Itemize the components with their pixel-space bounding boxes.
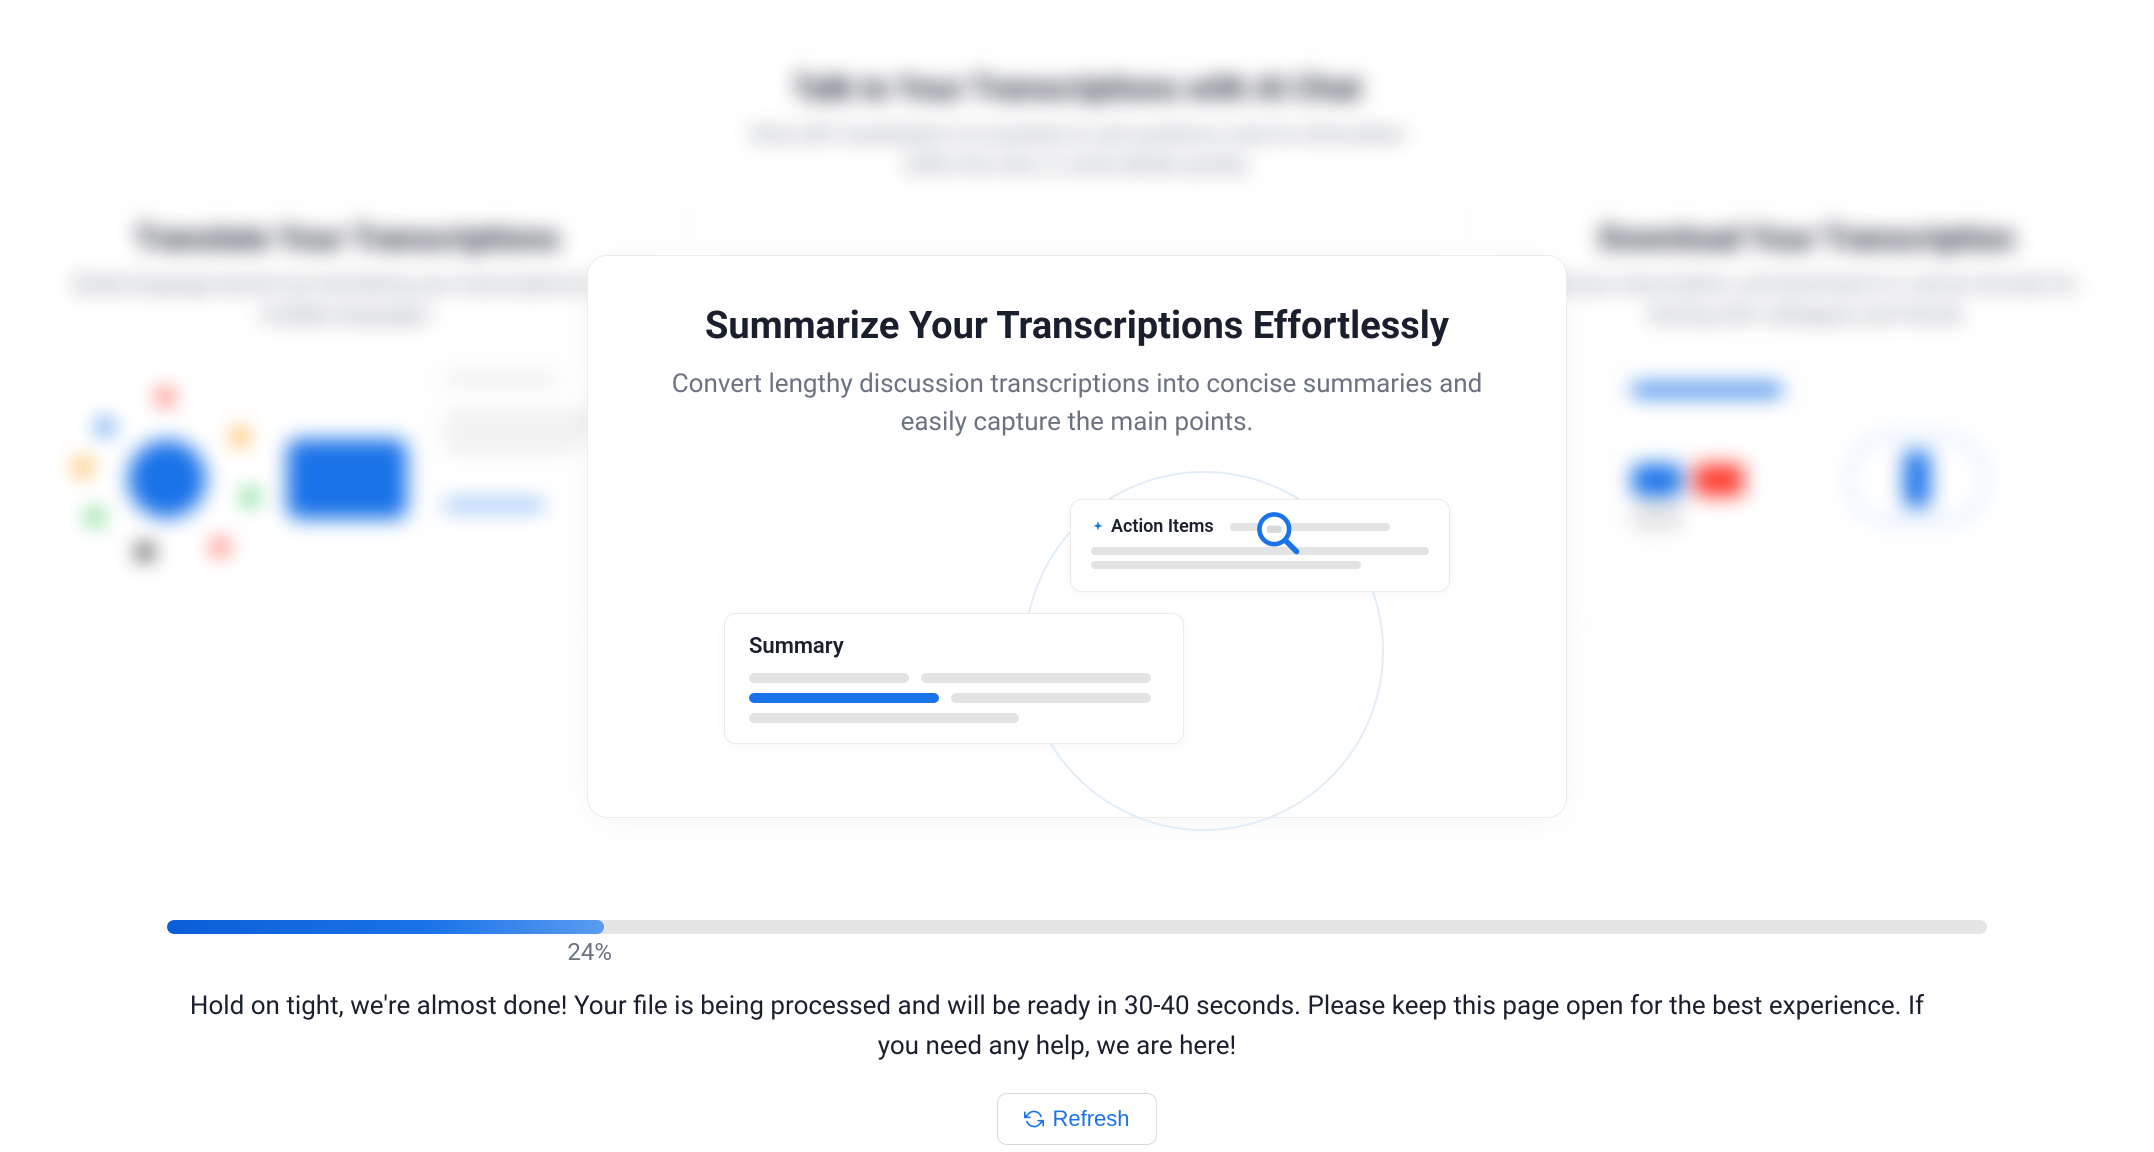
bg-card-ai-chat-title: Talk to Your Transcriptions with AI Chat	[738, 69, 1416, 107]
progress-bar	[167, 920, 1987, 934]
progress-bar-fill	[167, 920, 604, 934]
bg-card-ai-chat-desc: Chat with Transkriptor's AI assistant to…	[738, 119, 1416, 179]
progress-section: 24% Hold on tight, we're almost done! Yo…	[167, 920, 1987, 1145]
summary-preview: Summary	[724, 613, 1184, 744]
main-card-subtitle: Convert lengthy discussion transcription…	[667, 366, 1487, 441]
translate-illustration	[58, 359, 636, 599]
bg-card-download: Download Your Transcription Edit your tr…	[1477, 190, 2137, 628]
main-feature-card: Summarize Your Transcriptions Effortless…	[587, 255, 1567, 818]
magnifier-icon	[1250, 505, 1306, 561]
refresh-button[interactable]: Refresh	[997, 1093, 1156, 1145]
status-message: Hold on tight, we're almost done! Your f…	[167, 986, 1947, 1067]
bg-card-translate-title: Translate Your Transcriptions	[58, 219, 636, 257]
main-card-title: Summarize Your Transcriptions Effortless…	[644, 304, 1510, 348]
progress-percent-label: 24%	[567, 938, 612, 966]
action-items-label: Action Items	[1111, 516, 1214, 537]
refresh-icon	[1024, 1109, 1044, 1129]
summary-label: Summary	[749, 634, 1159, 659]
bg-card-download-desc: Edit your transcription, and download it…	[1518, 269, 2096, 329]
download-illustration	[1518, 359, 2096, 599]
bg-card-download-title: Download Your Transcription	[1518, 219, 2096, 257]
bg-card-translate: Translate Your Transcriptions Break lang…	[17, 190, 677, 628]
refresh-button-label: Refresh	[1052, 1106, 1129, 1132]
summarize-illustration: Action Items Summary	[644, 481, 1510, 761]
sparkle-icon	[1091, 520, 1105, 534]
bg-card-translate-desc: Break language barriers by translating y…	[58, 269, 636, 329]
